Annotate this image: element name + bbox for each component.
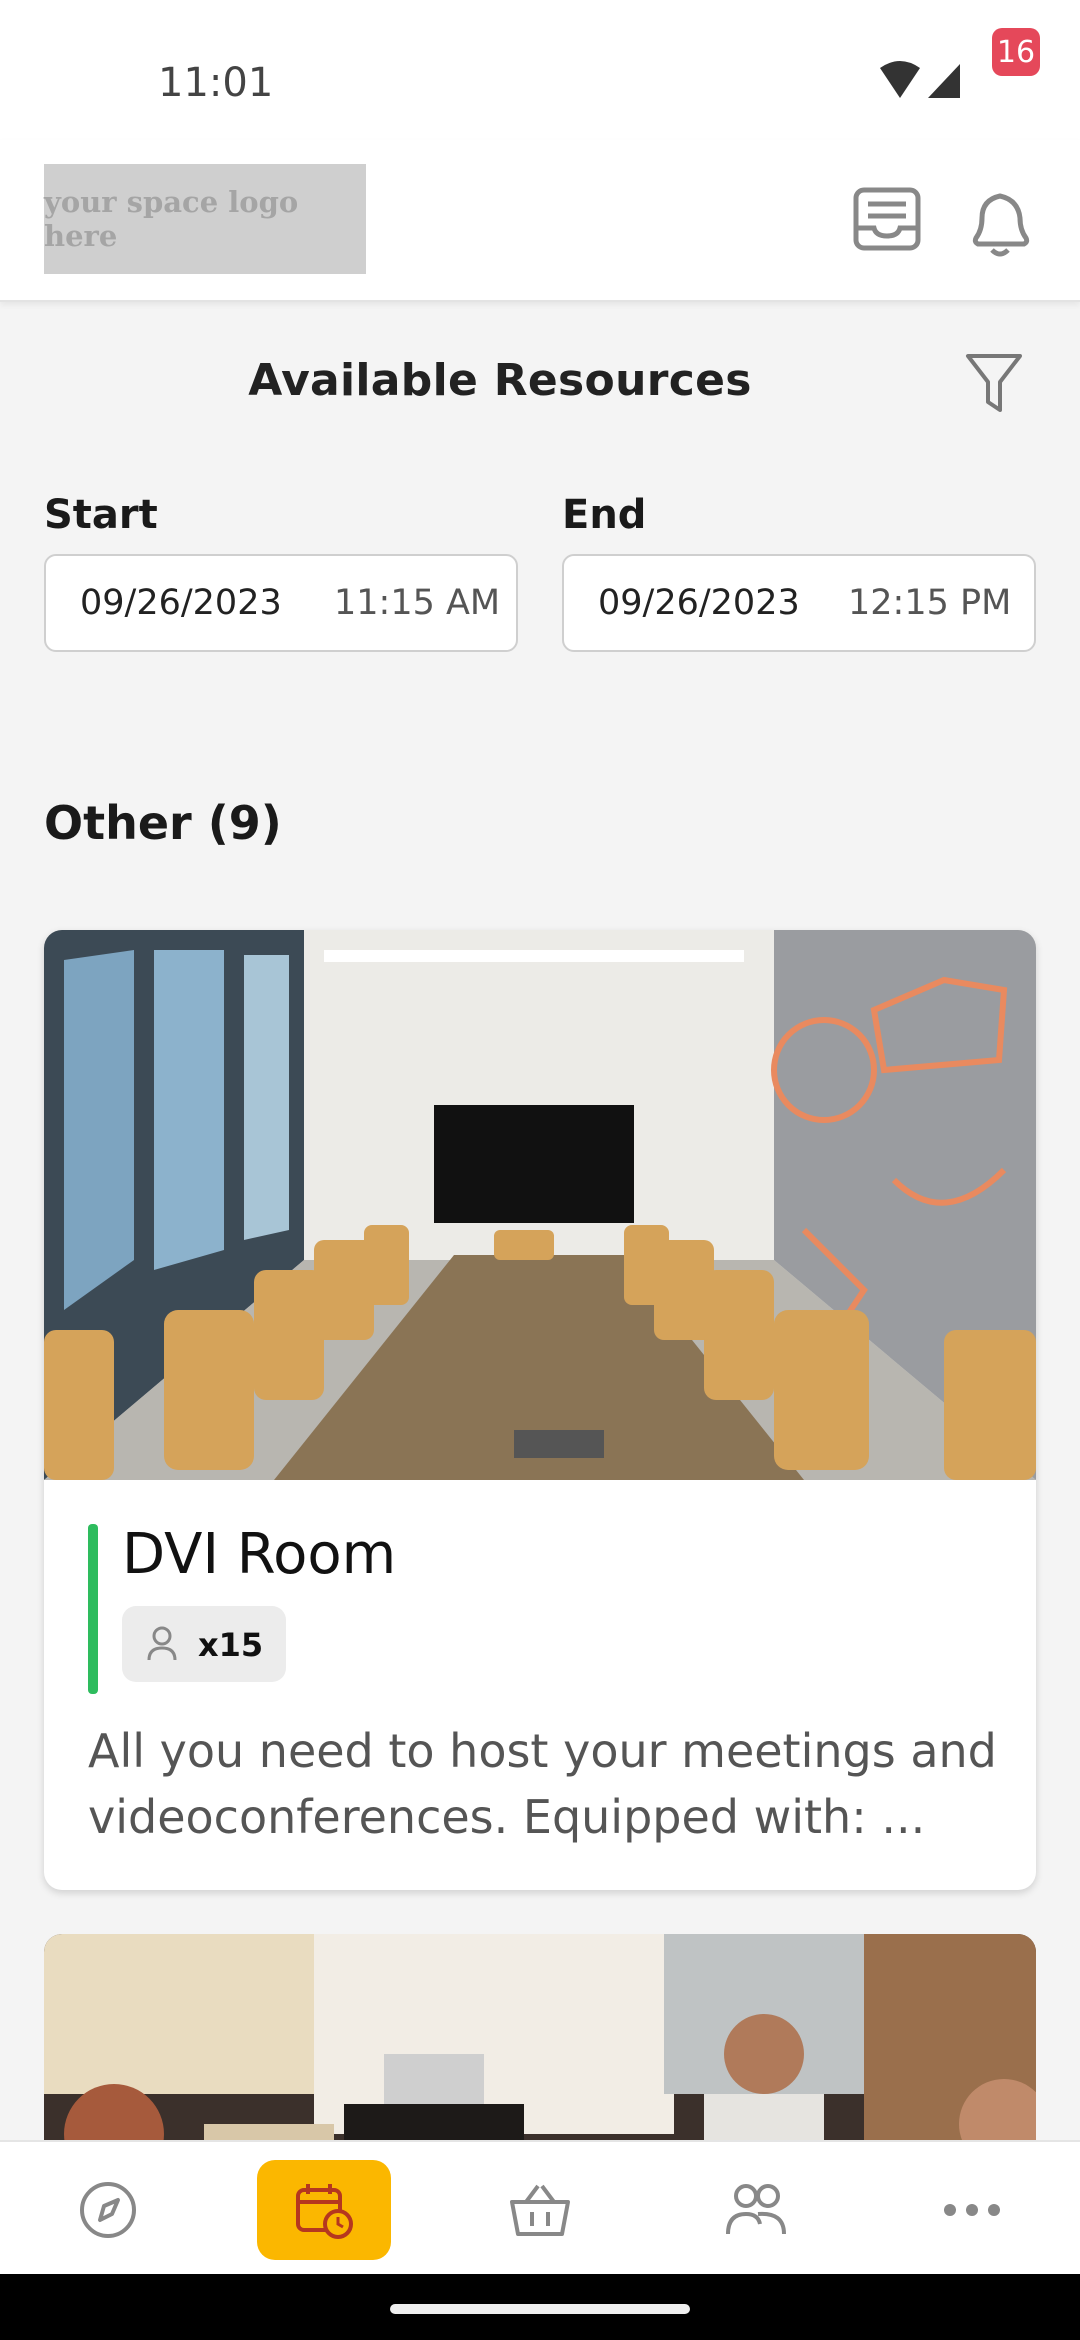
nav-bookings[interactable] (257, 2160, 391, 2260)
inbox-icon[interactable] (852, 184, 922, 254)
signal-icons (880, 61, 960, 98)
home-indicator[interactable] (390, 2304, 690, 2314)
calendar-clock-icon (296, 2184, 353, 2239)
notification-badge: 16 (992, 28, 1040, 76)
compass-icon (80, 2182, 136, 2238)
end-label: End (562, 492, 647, 538)
logo-text: your space logo here (44, 185, 299, 253)
section-title: Other (9) (44, 796, 282, 850)
status-time: 11:01 (158, 60, 274, 106)
start-time-value: 11:15 AM (334, 583, 501, 623)
app-header: your space logo here (0, 140, 1080, 302)
availability-accent (88, 1524, 98, 1694)
space-logo[interactable]: your space logo here (44, 164, 366, 274)
nav-more[interactable] (905, 2160, 1039, 2260)
end-date-value: 09/26/2023 (598, 583, 800, 623)
basket-icon (510, 2184, 570, 2236)
resource-description: All you need to host your meetings and v… (88, 1724, 997, 1844)
people-icon (726, 2184, 786, 2235)
wifi-icon (880, 61, 920, 98)
more-icon (944, 2204, 1000, 2216)
resource-photo (44, 930, 1036, 1480)
start-date-value: 09/26/2023 (80, 583, 282, 623)
filter-icon[interactable] (964, 352, 1024, 414)
start-datetime-field[interactable]: 09/26/2023 11:15 AM (44, 554, 518, 652)
end-datetime-field[interactable]: 09/26/2023 12:15 PM (562, 554, 1036, 652)
resource-name: DVI Room (122, 1522, 397, 1587)
resource-card[interactable]: DVI Room x15 All you need to host your m… (44, 930, 1036, 1890)
nav-explore[interactable] (41, 2160, 175, 2260)
nav-shop[interactable] (473, 2160, 607, 2260)
capacity-badge: x15 (122, 1606, 286, 1682)
person-icon (147, 1626, 177, 1661)
page-title: Available Resources (248, 355, 752, 406)
cell-signal-icon (928, 64, 960, 98)
status-bar: 11:01 (0, 0, 1080, 160)
start-label: Start (44, 492, 158, 538)
end-time-value: 12:15 PM (848, 583, 1012, 623)
bottom-nav (0, 2140, 1080, 2274)
bell-icon[interactable] (964, 184, 1038, 260)
capacity-value: x15 (198, 1626, 264, 1664)
nav-community[interactable] (689, 2160, 823, 2260)
